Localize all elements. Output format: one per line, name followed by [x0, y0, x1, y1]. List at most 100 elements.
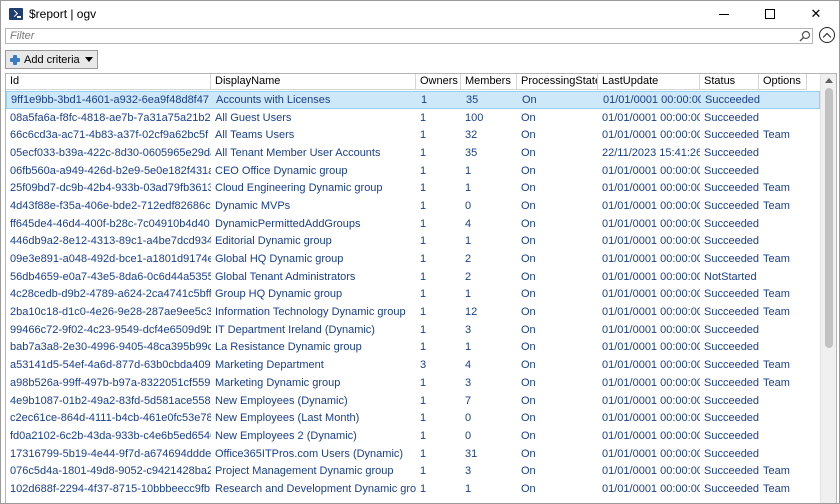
- column-header-processing-state[interactable]: ProcessingState: [517, 74, 598, 90]
- cell-owners: 1: [420, 164, 427, 177]
- table-row[interactable]: fd0a2102-6c2b-43da-933b-c4e6b5ed6546 New …: [6, 427, 820, 445]
- filter-row: [5, 27, 837, 44]
- search-icon[interactable]: [799, 30, 811, 42]
- cell-members: 3: [465, 323, 472, 336]
- cell-options: Team: [763, 482, 790, 495]
- table-row[interactable]: bab7a3a8-2e30-4996-9405-48ca395b99c6 La R…: [6, 339, 820, 357]
- column-header-last-update[interactable]: LastUpdate: [598, 74, 700, 90]
- chevron-down-icon: [84, 57, 93, 62]
- cell-processing-state: On: [521, 146, 536, 159]
- table-row[interactable]: 25f09bd7-dc9b-42b4-933b-03ad79fb3613 Clou…: [6, 179, 820, 197]
- cell-status: Succeeded: [704, 323, 759, 336]
- cell-display-name: Dynamic MVPs: [215, 199, 291, 212]
- cell-display-name: Marketing Department: [215, 359, 324, 372]
- collapse-filter-icon[interactable]: [819, 27, 835, 43]
- cell-display-name: Research and Development Dynamic group: [215, 482, 416, 495]
- table-row[interactable]: 4d43f88e-f35a-406e-bde2-712edf82686c Dyna…: [6, 197, 820, 215]
- cell-display-name: DynamicPermittedAddGroups: [215, 217, 361, 230]
- cell-id: 25f09bd7-dc9b-42b4-933b-03ad79fb3613: [10, 182, 211, 195]
- table-row[interactable]: c2ec61ce-864d-4111-b4cb-461e0fc53e78 New …: [6, 409, 820, 427]
- vertical-scrollbar[interactable]: [820, 74, 836, 503]
- cell-last-update: 01/01/0001 00:00:00: [602, 129, 700, 142]
- window-controls: ✕: [701, 1, 839, 27]
- cell-id: 17316799-5b19-4e44-9f7d-a674694dddeb: [10, 447, 211, 460]
- table-row[interactable]: 446db9a2-8e12-4313-89c1-a4be7dcd934e Edit…: [6, 233, 820, 251]
- cell-display-name: New Employees (Last Month): [215, 412, 360, 425]
- cell-status: Succeeded: [704, 394, 759, 407]
- table-row[interactable]: 076c5d4a-1801-49d8-9052-c9421428ba27 Proj…: [6, 462, 820, 480]
- cell-owners: 1: [420, 199, 427, 212]
- cell-members: 31: [465, 447, 478, 460]
- column-header-owners[interactable]: Owners: [416, 74, 461, 90]
- cell-id: c2ec61ce-864d-4111-b4cb-461e0fc53e78: [10, 412, 211, 425]
- table-row[interactable]: 99466c72-9f02-4c23-9549-dcf4e6509d9b IT D…: [6, 321, 820, 339]
- cell-processing-state: On: [521, 376, 536, 389]
- table-row[interactable]: 56db4659-e0a7-43e5-8da6-0c6d44a53551 Glob…: [6, 268, 820, 286]
- column-header-options[interactable]: Options: [759, 74, 807, 90]
- column-header-id[interactable]: Id: [6, 74, 211, 90]
- cell-last-update: 01/01/0001 00:00:00: [602, 447, 700, 460]
- column-header-display-name[interactable]: DisplayName: [211, 74, 416, 90]
- cell-processing-state: On: [521, 429, 536, 442]
- table-row[interactable]: 05ecf033-b39a-422c-8d30-0605965e29da All …: [6, 144, 820, 162]
- close-button[interactable]: ✕: [793, 1, 839, 27]
- cell-id: 4d43f88e-f35a-406e-bde2-712edf82686c: [10, 199, 211, 212]
- table-row[interactable]: ff645de4-46d4-400f-b28c-7c04910b4d40 Dyna…: [6, 215, 820, 233]
- scroll-thumb[interactable]: [825, 88, 833, 348]
- cell-status: Succeeded: [704, 217, 759, 230]
- cell-last-update: 01/01/0001 00:00:00: [602, 323, 700, 336]
- cell-last-update: 01/01/0001 00:00:00: [602, 412, 700, 425]
- cell-last-update: 01/01/0001 00:00:00: [602, 429, 700, 442]
- table-row[interactable]: 4e9b1087-01b2-49a2-83fd-5d581ace558b New …: [6, 392, 820, 410]
- cell-id: 2ba10c18-d1c0-4e26-9e28-287ae9ee5c34: [10, 306, 211, 319]
- table-row[interactable]: 102d688f-2294-4f37-8715-10bbbeecc9fb Rese…: [6, 480, 820, 498]
- cell-options: Team: [763, 199, 790, 212]
- cell-status: Succeeded: [704, 341, 759, 354]
- cell-last-update: 01/01/0001 00:00:00: [602, 199, 700, 212]
- table-row[interactable]: 06fb560a-a949-426d-b2e9-5e0e182f431a CEO …: [6, 162, 820, 180]
- minimize-button[interactable]: [701, 1, 747, 27]
- cell-id: a98b526a-99ff-497b-b97a-8322051cf559: [10, 376, 211, 389]
- cell-display-name: Office365ITPros.com Users (Dynamic): [215, 447, 404, 460]
- cell-id: ff645de4-46d4-400f-b28c-7c04910b4d40: [10, 217, 210, 230]
- cell-options: Team: [763, 182, 790, 195]
- cell-status: Succeeded: [704, 129, 759, 142]
- add-criteria-button[interactable]: Add criteria: [5, 50, 98, 69]
- cell-display-name: All Tenant Member User Accounts: [215, 146, 381, 159]
- column-header-status[interactable]: Status: [700, 74, 759, 90]
- cell-last-update: 01/01/0001 00:00:00: [602, 394, 700, 407]
- table-row[interactable]: a98b526a-99ff-497b-b97a-8322051cf559 Mark…: [6, 374, 820, 392]
- table-row[interactable]: 08a5fa6a-f8fc-4818-ae7b-7a31a75a21b2 All …: [6, 109, 820, 127]
- results-grid: Id DisplayName Owners Members ProcessingStat…: [5, 73, 837, 503]
- cell-owners: 1: [420, 235, 427, 248]
- cell-display-name: New Employees 2 (Dynamic): [215, 429, 357, 442]
- cell-options: Team: [763, 359, 790, 372]
- cell-processing-state: On: [521, 465, 536, 478]
- cell-display-name: All Teams Users: [215, 129, 295, 142]
- cell-members: 1: [465, 341, 472, 354]
- filter-input[interactable]: [5, 28, 813, 44]
- maximize-button[interactable]: [747, 1, 793, 27]
- cell-last-update: 01/01/0001 00:00:00: [602, 288, 700, 301]
- cell-status: Succeeded: [704, 182, 759, 195]
- cell-status: Succeeded: [704, 447, 759, 460]
- table-row[interactable]: 17316799-5b19-4e44-9f7d-a674694dddeb Offi…: [6, 445, 820, 463]
- cell-members: 0: [465, 429, 472, 442]
- table-row[interactable]: 4c28cedb-d9b2-4789-a624-2ca4741c5bff Grou…: [6, 286, 820, 304]
- table-row[interactable]: 66c6cd3a-ac71-4b83-a37f-02cf9a62bc5f All …: [6, 126, 820, 144]
- cell-owners: 1: [420, 270, 427, 283]
- scroll-up-icon[interactable]: [825, 78, 833, 83]
- cell-members: 1: [465, 182, 472, 195]
- cell-id: 4e9b1087-01b2-49a2-83fd-5d581ace558b: [10, 394, 211, 407]
- cell-processing-state: On: [521, 129, 536, 142]
- cell-processing-state: On: [522, 93, 537, 106]
- column-header-members[interactable]: Members: [461, 74, 517, 90]
- cell-last-update: 01/01/0001 00:00:00: [602, 376, 700, 389]
- cell-owners: 1: [420, 394, 427, 407]
- table-row[interactable]: 2ba10c18-d1c0-4e26-9e28-287ae9ee5c34 Info…: [6, 303, 820, 321]
- cell-members: 3: [465, 465, 472, 478]
- cell-status: Succeeded: [704, 376, 759, 389]
- table-row[interactable]: a53141d5-54ef-4a6d-877d-63b0cbda409f Mark…: [6, 356, 820, 374]
- table-row[interactable]: 9ff1e9bb-3bd1-4601-a932-6ea9f48d8f47 Acco…: [6, 91, 820, 109]
- table-row[interactable]: 09e3e891-a048-492d-bce1-a1801d9174e5 Glob…: [6, 250, 820, 268]
